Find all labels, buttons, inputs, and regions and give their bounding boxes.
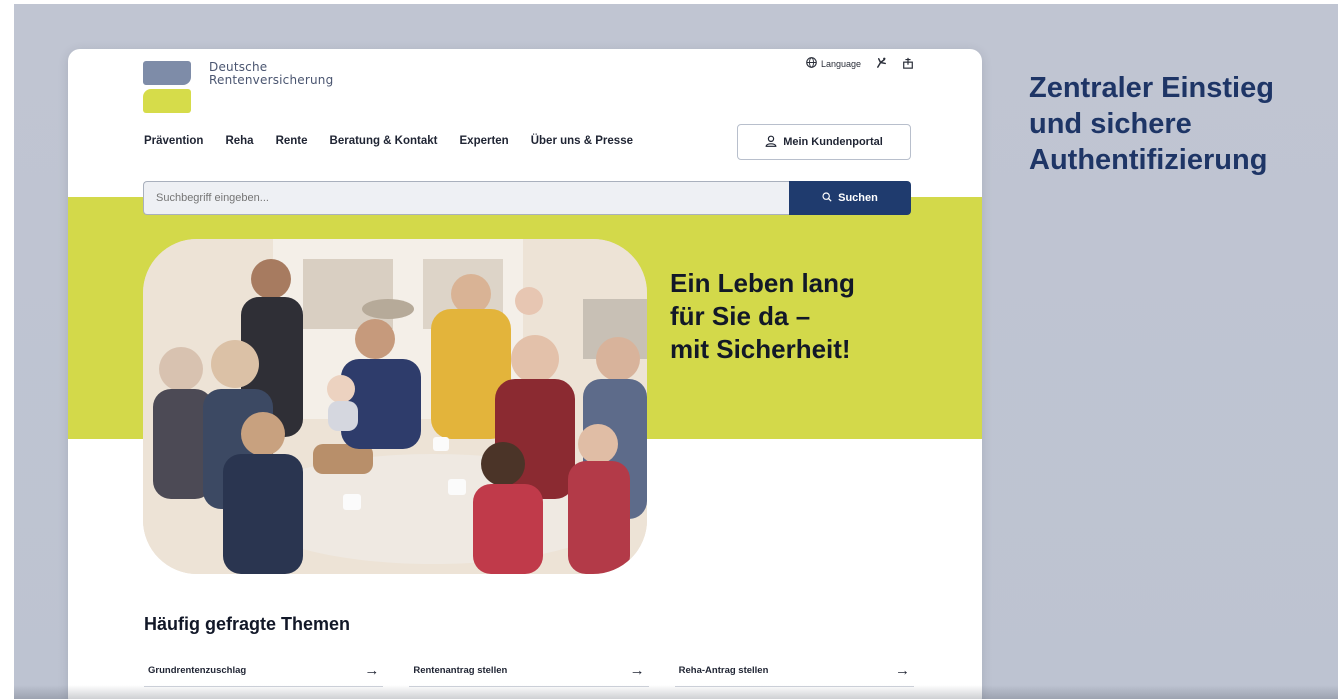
- nav-item-praevention[interactable]: Prävention: [144, 135, 203, 147]
- nav-item-rente[interactable]: Rente: [276, 135, 308, 147]
- globe-icon: [806, 57, 817, 70]
- nav-item-beratung[interactable]: Beratung & Kontakt: [330, 135, 438, 147]
- hero-family-photo: [143, 239, 647, 574]
- drv-logo[interactable]: Deutsche Rentenversicherung: [143, 61, 333, 113]
- faq-link-reha-antrag[interactable]: Reha-Antrag stellen →: [674, 655, 914, 687]
- search-input[interactable]: [143, 181, 789, 215]
- faq-section-title: Häufig gefragte Themen: [144, 614, 351, 634]
- search-bar: Suchen: [143, 181, 911, 215]
- utility-nav: Language: [806, 56, 914, 71]
- website-page: Deutsche Rentenversicherung Language Prä…: [68, 49, 982, 699]
- nav-item-experten[interactable]: Experten: [460, 135, 509, 147]
- faq-link-label: Grundrentenzuschlag: [148, 665, 247, 676]
- language-switch[interactable]: Language: [806, 57, 861, 70]
- search-button-label: Suchen: [838, 192, 878, 204]
- nav-item-reha[interactable]: Reha: [225, 135, 253, 147]
- customer-portal-button[interactable]: Mein Kundenportal: [737, 124, 911, 160]
- language-label: Language: [820, 58, 861, 69]
- logo-text: Deutsche Rentenversicherung: [209, 61, 333, 113]
- arrow-right-icon: →: [894, 662, 910, 679]
- easy-language-icon[interactable]: [902, 57, 914, 71]
- bottom-shadow: [14, 685, 1338, 699]
- search-button[interactable]: Suchen: [789, 181, 911, 215]
- portal-label: Mein Kundenportal: [783, 136, 883, 148]
- logo-line-2: Rentenversicherung: [209, 73, 334, 87]
- search-icon: [822, 191, 832, 205]
- logo-mark: [143, 61, 191, 113]
- faq-link-label: Rentenantrag stellen: [413, 665, 508, 676]
- faq-link-label: Reha-Antrag stellen: [678, 665, 769, 676]
- hero-title: Ein Leben lang für Sie da – mit Sicherhe…: [670, 268, 855, 364]
- main-navigation: Prävention Reha Rente Beratung & Kontakt…: [144, 135, 633, 147]
- nav-item-ueber-uns[interactable]: Über uns & Presse: [531, 135, 633, 147]
- arrow-right-icon: →: [364, 662, 380, 679]
- sign-language-icon[interactable]: [875, 56, 888, 71]
- faq-link-rentenantrag[interactable]: Rentenantrag stellen →: [409, 655, 649, 687]
- user-icon: [765, 135, 777, 150]
- faq-link-list: Grundrentenzuschlag → Rentenantrag stell…: [144, 655, 914, 687]
- slide-caption: Zentraler Einstieg und sichere Authentif…: [1029, 72, 1274, 176]
- faq-link-grundrentenzuschlag[interactable]: Grundrentenzuschlag →: [144, 655, 384, 687]
- arrow-right-icon: →: [629, 662, 645, 679]
